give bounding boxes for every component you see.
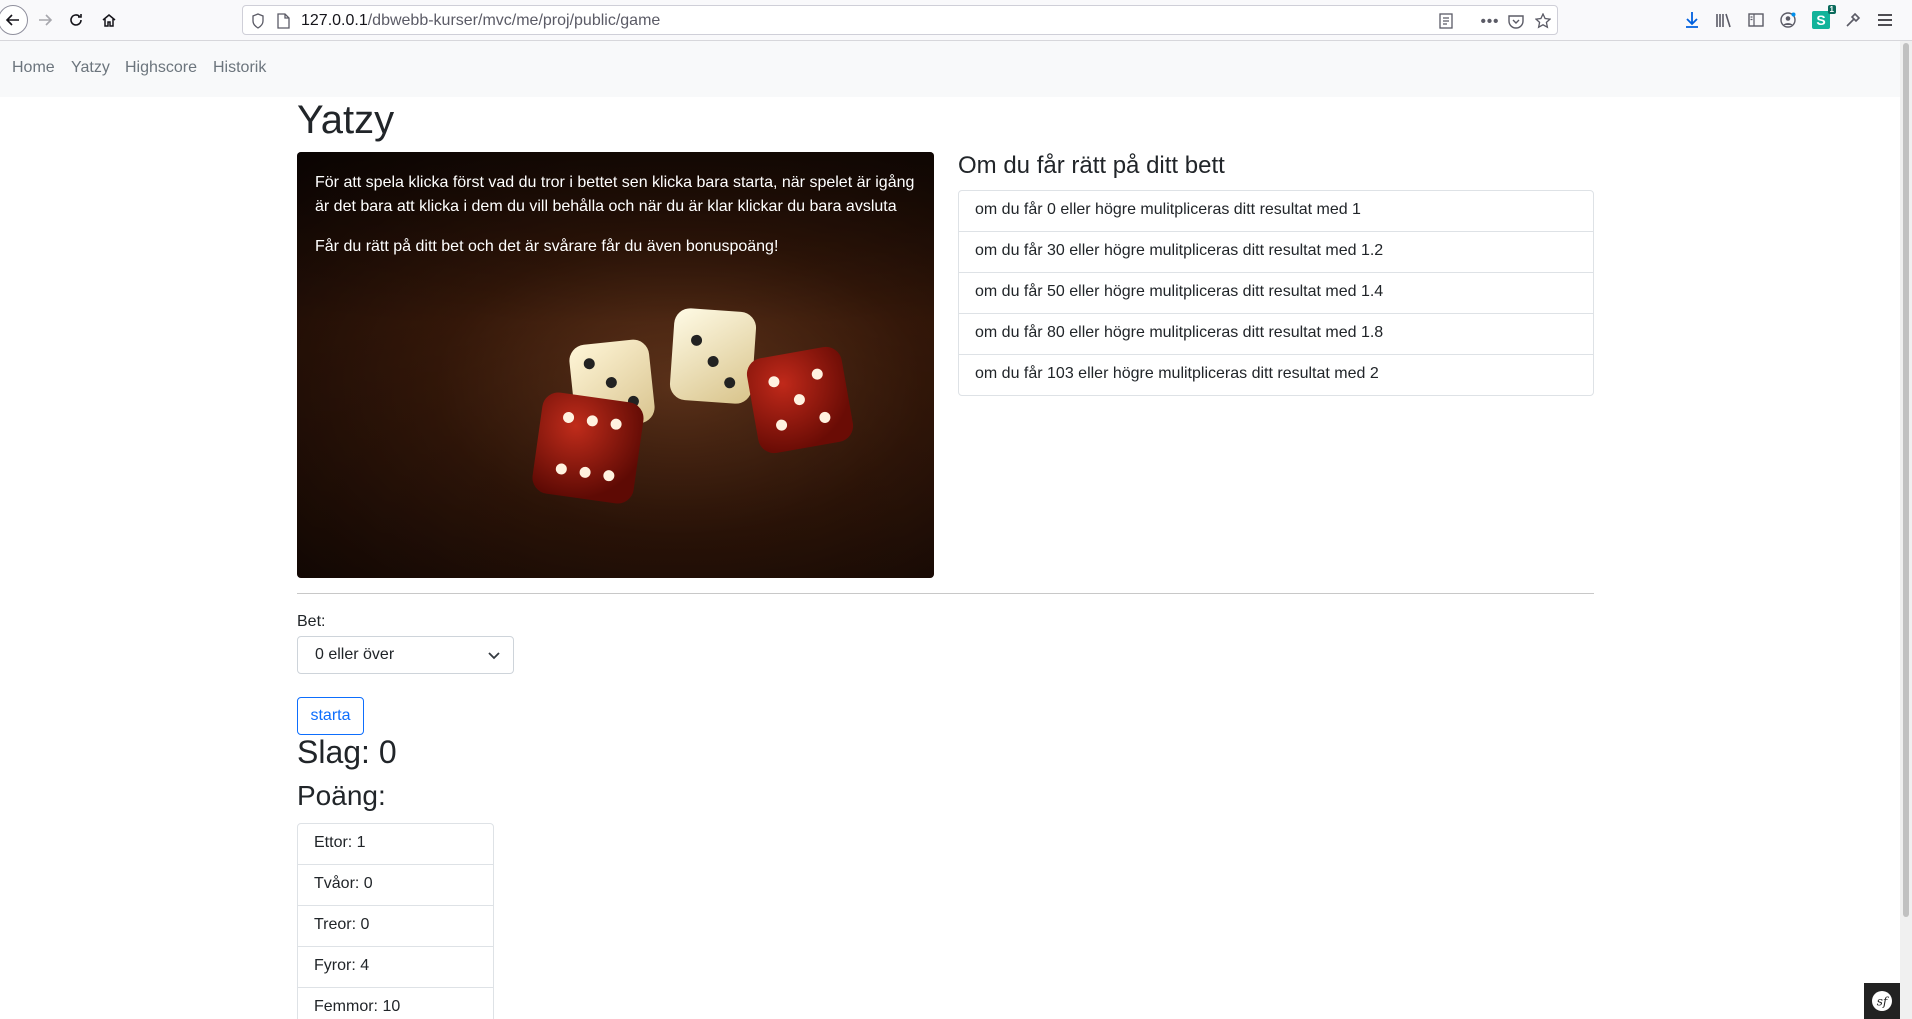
eyedropper-icon[interactable] [1842,9,1864,31]
throws-counter: Slag: 0 [297,734,397,770]
bookmark-star-icon[interactable] [1533,11,1553,31]
score-item[interactable]: Treor: 0 [298,906,493,947]
points-title: Poäng: [297,780,386,811]
bet-info-title: Om du får rätt på ditt bett [958,152,1225,179]
chevron-down-icon [488,652,500,660]
die-red-left [530,390,646,506]
reload-button[interactable] [62,6,90,34]
pocket-icon[interactable] [1506,11,1526,31]
list-item: om du får 0 eller högre mulitpliceras di… [959,191,1593,232]
bet-select-value: 0 eller över [315,646,395,663]
die-cream-right [668,307,758,405]
die-red-right [744,344,856,456]
menu-hamburger-icon[interactable] [1874,9,1896,31]
hero-bonus-note: Får du rätt på ditt bet och det är svåra… [315,238,779,255]
more-actions-icon[interactable]: ••• [1480,11,1500,31]
url-host: 127.0.0.1 [301,12,368,29]
reader-view-icon[interactable] [1436,11,1456,31]
list-item: om du får 50 eller högre mulitpliceras d… [959,273,1593,314]
site-navbar: Home Yatzy Highscore Historik [0,41,1900,97]
downloads-icon[interactable] [1681,9,1703,31]
arrow-left-icon [5,14,19,26]
horizontal-divider [297,593,1594,594]
shield-icon[interactable] [251,13,265,29]
reload-icon [70,14,82,26]
bet-label: Bet: [297,613,326,630]
list-item: om du får 103 eller högre mulitpliceras … [975,365,1379,382]
url-text[interactable]: 127.0.0.1/dbwebb-kurser/mvc/me/proj/publ… [301,12,660,30]
nav-link-yatzy[interactable]: Yatzy [71,59,110,77]
score-item[interactable]: Tvåor: 0 [298,865,493,906]
nav-link-home[interactable]: Home [12,59,55,77]
home-icon [102,14,116,27]
symfony-toolbar-toggle[interactable]: sf [1864,983,1900,1019]
account-icon[interactable] [1777,9,1799,31]
bet-select[interactable]: 0 eller över [297,636,514,674]
page-info-icon[interactable] [277,13,290,29]
back-button[interactable] [0,5,28,35]
browser-toolbar: 127.0.0.1/dbwebb-kurser/mvc/me/proj/publ… [0,0,1912,41]
hero-dice-image: För att spela klicka först vad du tror i… [297,152,934,578]
page-scrollbar[interactable] [1900,41,1912,1019]
score-item[interactable]: Fyror: 4 [298,947,493,988]
url-path: /dbwebb-kurser/mvc/me/proj/public/game [367,12,661,29]
start-button[interactable]: starta [297,697,364,735]
sidebar-icon[interactable] [1745,9,1767,31]
forward-button[interactable] [31,6,59,34]
arrow-right-icon [39,14,53,26]
page-title: Yatzy [297,98,395,142]
url-bar[interactable]: 127.0.0.1/dbwebb-kurser/mvc/me/proj/publ… [242,5,1558,35]
nav-link-historik[interactable]: Historik [213,59,266,77]
extension-badge: 1 [1827,5,1836,14]
symfony-logo-icon: sf [1872,991,1892,1011]
library-icon[interactable] [1713,9,1735,31]
score-item[interactable]: Femmor: 10 [298,988,493,1019]
hero-instructions: För att spela klicka först vad du tror i… [315,174,915,215]
nav-link-highscore[interactable]: Highscore [125,59,197,77]
bet-info-list: om du får 0 eller högre mulitpliceras di… [958,190,1594,396]
list-item: om du får 80 eller högre mulitpliceras d… [959,314,1593,355]
home-button[interactable] [95,6,123,34]
list-item: om du får 30 eller högre mulitpliceras d… [959,232,1593,273]
extension-s-icon[interactable]: S 1 [1810,5,1836,31]
score-list: Ettor: 1 Tvåor: 0 Treor: 0 Fyror: 4 Femm… [297,823,494,1019]
scrollbar-thumb[interactable] [1903,43,1909,917]
score-item[interactable]: Ettor: 1 [298,824,493,865]
